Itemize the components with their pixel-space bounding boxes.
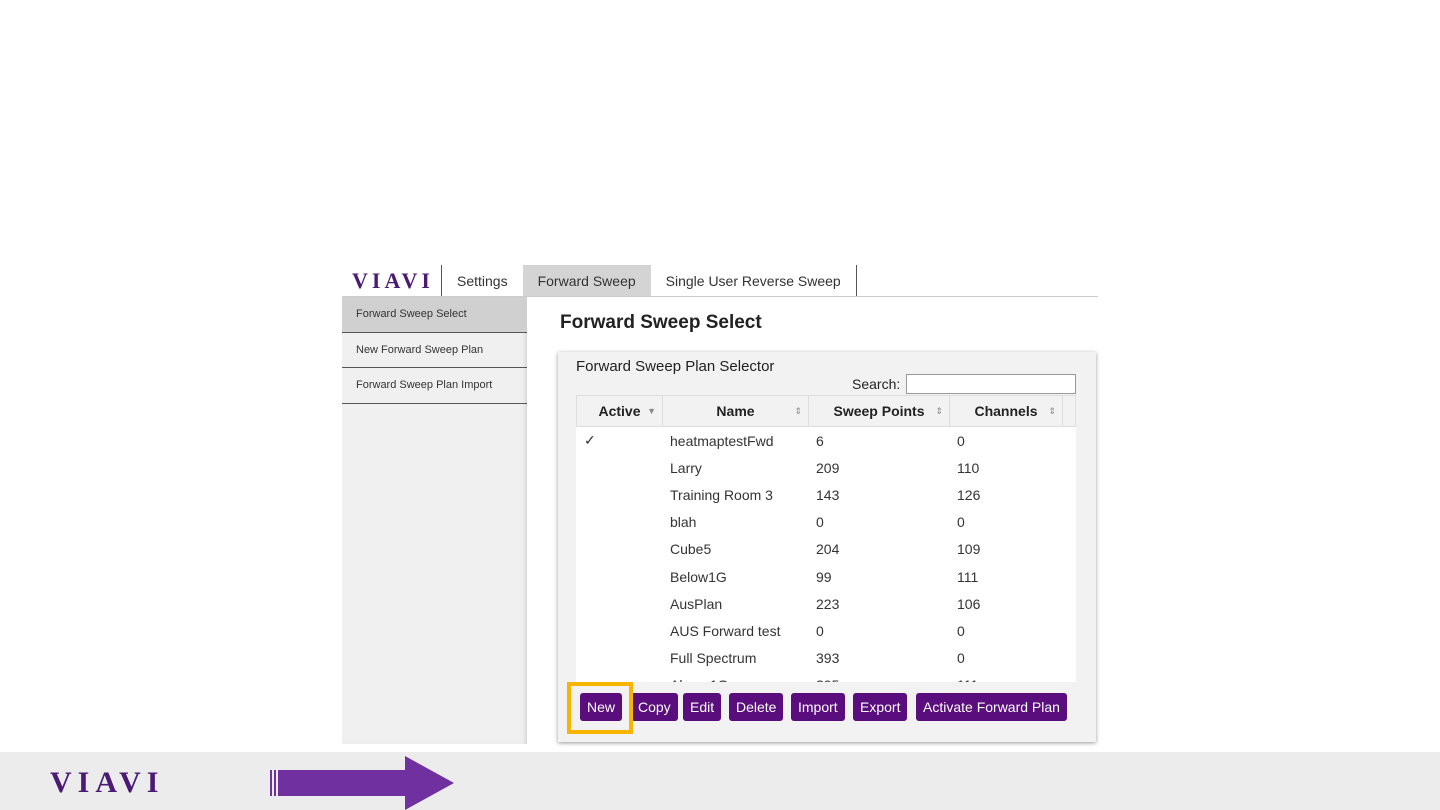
column-label: Sweep Points bbox=[833, 403, 925, 419]
arrow-right-icon bbox=[270, 756, 454, 810]
channels: 110 bbox=[957, 459, 980, 476]
column-label: Active bbox=[598, 403, 641, 419]
column-channels[interactable]: Channels ⇕ bbox=[950, 396, 1063, 426]
sort-icon: ⇕ bbox=[794, 405, 802, 416]
table-row[interactable]: AUS Forward test 0 0 bbox=[576, 617, 1076, 644]
table-row[interactable]: AusPlan 223 106 bbox=[576, 590, 1076, 617]
table-row[interactable]: Below1G 99 111 bbox=[576, 563, 1076, 590]
sweep-points: 204 bbox=[816, 541, 840, 558]
table-row[interactable]: Full Spectrum 393 0 bbox=[576, 645, 1076, 672]
table-row[interactable]: Above1G295111 bbox=[576, 672, 1076, 682]
column-name[interactable]: Name ⇕ bbox=[663, 396, 809, 426]
channels: 111 bbox=[957, 568, 979, 585]
sweep-points: 143 bbox=[816, 486, 840, 503]
edit-button[interactable]: Edit bbox=[683, 693, 722, 721]
table-row[interactable]: Cube5 204 109 bbox=[576, 536, 1076, 563]
top-nav: VIAVI Settings Forward Sweep Single User… bbox=[342, 265, 1098, 297]
tab-settings[interactable]: Settings bbox=[442, 265, 523, 296]
import-button[interactable]: Import bbox=[791, 693, 845, 721]
table-body: ✓ heatmaptestFwd 6 0 Larry 209 110 Training Roo… bbox=[576, 427, 1076, 682]
tab-single-user-reverse-sweep[interactable]: Single User Reverse Sweep bbox=[651, 265, 857, 296]
channels: 111 bbox=[949, 677, 1062, 682]
plan-name: heatmaptestFwd bbox=[670, 432, 774, 449]
plan-selector-panel: Forward Sweep Plan Selector Search: Acti… bbox=[558, 352, 1096, 742]
highlight-box bbox=[567, 682, 633, 734]
search-label: Search: bbox=[852, 376, 901, 392]
channels: 0 bbox=[957, 650, 965, 667]
plan-name: Full Spectrum bbox=[670, 650, 757, 667]
table-row[interactable]: Training Room 3 143 126 bbox=[576, 481, 1076, 508]
sweep-points: 393 bbox=[816, 650, 840, 667]
footer-band: VIAVI bbox=[0, 752, 1440, 810]
panel-title: Forward Sweep Plan Selector bbox=[576, 358, 775, 375]
delete-button[interactable]: Delete bbox=[729, 693, 784, 721]
page-title: Forward Sweep Select bbox=[560, 312, 762, 333]
table-row[interactable]: Larry 209 110 bbox=[576, 454, 1076, 481]
sweep-points: 295 bbox=[808, 677, 949, 682]
sweep-points: 6 bbox=[816, 432, 824, 449]
copy-button[interactable]: Copy bbox=[631, 693, 678, 721]
sidebar-item-forward-sweep-select[interactable]: Forward Sweep Select bbox=[342, 297, 527, 333]
plan-name: AusPlan bbox=[670, 595, 723, 612]
sweep-points: 209 bbox=[816, 459, 840, 476]
viavi-logo: VIAVI bbox=[342, 265, 442, 296]
export-button[interactable]: Export bbox=[853, 693, 908, 721]
plan-name: Below1G bbox=[670, 568, 727, 585]
channels: 126 bbox=[957, 486, 981, 503]
channels: 106 bbox=[957, 595, 981, 612]
sidebar-item-forward-sweep-plan-import[interactable]: Forward Sweep Plan Import bbox=[342, 368, 527, 404]
search-input[interactable] bbox=[906, 374, 1076, 394]
sort-desc-icon: ▼ bbox=[647, 406, 656, 416]
channels: 109 bbox=[957, 541, 981, 558]
plan-name: Training Room 3 bbox=[670, 486, 773, 503]
channels: 0 bbox=[957, 622, 965, 639]
plan-name: Larry bbox=[670, 459, 702, 476]
plan-name: Above1G bbox=[662, 677, 808, 682]
sort-icon: ⇕ bbox=[935, 405, 943, 416]
activate-forward-plan-button[interactable]: Activate Forward Plan bbox=[916, 693, 1067, 721]
sort-icon: ⇕ bbox=[1048, 405, 1056, 416]
channels: 0 bbox=[957, 432, 965, 449]
sweep-points: 223 bbox=[816, 595, 840, 612]
sweep-points: 0 bbox=[816, 514, 824, 531]
table-header: Active ▼ Name ⇕ Sweep Points ⇕ Channels ⇕ bbox=[576, 395, 1076, 427]
plan-name: Cube5 bbox=[670, 541, 712, 558]
column-label: Channels bbox=[974, 403, 1038, 419]
column-label: Name bbox=[716, 403, 755, 419]
sweep-points: 99 bbox=[816, 568, 832, 585]
column-active[interactable]: Active ▼ bbox=[577, 396, 663, 426]
sidebar: Forward Sweep Select New Forward Sweep P… bbox=[342, 297, 527, 744]
plan-name: AUS Forward test bbox=[670, 622, 781, 639]
sidebar-item-new-forward-sweep-plan[interactable]: New Forward Sweep Plan bbox=[342, 333, 527, 368]
plans-table: Active ▼ Name ⇕ Sweep Points ⇕ Channels ⇕ ✓ h… bbox=[576, 395, 1076, 682]
table-row[interactable]: blah 0 0 bbox=[576, 509, 1076, 536]
sweep-points: 0 bbox=[816, 622, 824, 639]
plan-name: blah bbox=[670, 514, 697, 531]
tab-forward-sweep[interactable]: Forward Sweep bbox=[522, 265, 651, 296]
footer-viavi-logo: VIAVI bbox=[50, 766, 165, 799]
channels: 0 bbox=[957, 514, 965, 531]
active-check: ✓ bbox=[584, 432, 596, 449]
table-row[interactable]: ✓ heatmaptestFwd 6 0 bbox=[576, 427, 1076, 454]
column-sweep-points[interactable]: Sweep Points ⇕ bbox=[809, 396, 950, 426]
